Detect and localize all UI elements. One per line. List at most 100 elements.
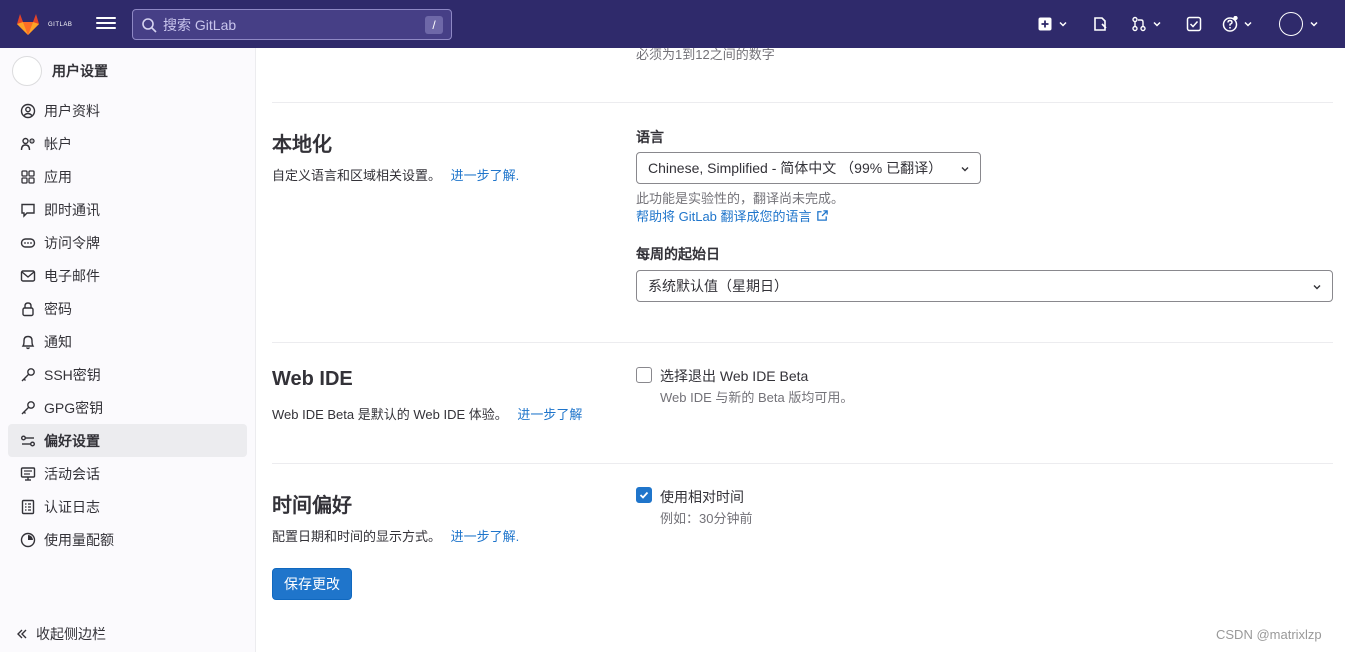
todos-button[interactable] [1186, 14, 1202, 34]
search-placeholder: 搜索 GitLab [163, 16, 237, 33]
sidebar-item-password[interactable]: 密码 [8, 292, 247, 325]
merge-request-icon [1132, 16, 1146, 32]
relative-time-checkbox[interactable] [636, 487, 652, 503]
week-start-label: 每周的起始日 [636, 246, 720, 262]
sidebar-item-account[interactable]: 帐户 [8, 127, 247, 160]
key-icon [21, 400, 35, 414]
sidebar-item-label: 访问令牌 [44, 234, 100, 251]
sidebar-item-label: 活动会话 [44, 465, 100, 482]
avatar [12, 56, 42, 86]
gitlab-logo[interactable]: 极狐 GITLAB [14, 10, 316, 73]
webide-opt-out-help: Web IDE 与新的 Beta 版均可用。 [660, 390, 854, 405]
create-new-button[interactable] [1037, 14, 1068, 34]
preferences-icon [21, 435, 35, 446]
localization-learn-more-link[interactable]: 进一步了解. [451, 168, 520, 183]
merge-requests-button[interactable] [1131, 14, 1162, 34]
week-start-select-value: 系统默认值（星期日） [648, 278, 788, 294]
sidebar-header[interactable]: 用户设置 [12, 56, 108, 86]
relative-time-label[interactable]: 使用相对时间 [660, 487, 744, 507]
logo-text: 极狐 [286, 57, 317, 74]
sidebar-item-label: 偏好设置 [44, 432, 100, 449]
quota-icon [20, 532, 36, 547]
sidebar-item-preferences[interactable]: 偏好设置 [8, 424, 247, 457]
sidebar-item-active-sessions[interactable]: 活动会话 [8, 457, 247, 490]
issues-icon [1094, 17, 1107, 31]
localization-description: 自定义语言和区域相关设置。 进一步了解. [272, 168, 520, 183]
sidebar: 用户设置 用户资料 帐户 应用 即时通讯 访问令牌 电子邮件 密码 通知 SSH… [0, 48, 256, 652]
sidebar-item-chat[interactable]: 即时通讯 [8, 193, 247, 226]
collapse-sidebar-button[interactable]: 收起侧边栏 [16, 624, 106, 644]
plus-square-icon [1038, 17, 1052, 31]
profile-icon [20, 103, 36, 118]
sidebar-item-emails[interactable]: 电子邮件 [8, 259, 247, 292]
save-changes-button[interactable]: 保存更改 [272, 568, 352, 600]
sidebar-item-auth-log[interactable]: 认证日志 [8, 490, 247, 523]
todo-checkbox-icon [1186, 16, 1202, 32]
localization-title: 本地化 [272, 134, 332, 156]
sidebar-item-label: GPG密钥 [44, 399, 104, 416]
double-chevron-left-icon [17, 629, 27, 639]
sidebar-item-label: 即时通讯 [44, 201, 100, 218]
time-learn-more-link[interactable]: 进一步了解. [451, 529, 520, 544]
mail-icon [20, 269, 36, 282]
webide-learn-more-link[interactable]: 进一步了解 [517, 407, 582, 422]
translate-help-link[interactable]: 帮助将 GitLab 翻译成您的语言 [636, 206, 829, 225]
account-icon [20, 137, 35, 150]
sidebar-item-access-tokens[interactable]: 访问令牌 [8, 226, 247, 259]
sidebar-item-label: 使用量配额 [44, 531, 114, 548]
chevron-down-icon [961, 167, 969, 172]
watermark: CSDN @matrixlzp [1216, 627, 1322, 642]
sidebar-item-label: 帐户 [44, 135, 72, 152]
section-divider [272, 342, 1333, 343]
menu-icon[interactable] [96, 14, 116, 34]
applications-icon [21, 169, 35, 184]
sidebar-item-applications[interactable]: 应用 [8, 160, 247, 193]
language-select[interactable]: Chinese, Simplified - 简体中文 （99% 已翻译） [636, 152, 981, 184]
chevron-down-icon [1313, 285, 1321, 290]
webide-title: Web IDE [272, 368, 353, 390]
issues-button[interactable] [1092, 14, 1108, 34]
notifications-icon [21, 335, 35, 349]
sidebar-item-label: SSH密钥 [44, 366, 101, 383]
chat-icon [21, 203, 35, 218]
chevron-down-icon [1153, 21, 1161, 27]
sidebar-item-label: 认证日志 [44, 498, 100, 515]
chevron-down-icon[interactable] [1309, 19, 1319, 29]
week-start-select[interactable]: 系统默认值（星期日） [636, 270, 1333, 302]
external-link-icon [816, 210, 828, 221]
sidebar-item-notifications[interactable]: 通知 [8, 325, 247, 358]
section-divider [272, 102, 1333, 103]
key-icon [21, 367, 35, 381]
collapse-label: 收起侧边栏 [36, 626, 106, 642]
sidebar-item-label: 电子邮件 [44, 267, 100, 284]
time-description: 配置日期和时间的显示方式。 进一步了解. [272, 529, 520, 544]
sidebar-item-label: 应用 [44, 168, 72, 185]
user-avatar[interactable] [1279, 12, 1303, 36]
logo-subtext: GITLAB [48, 21, 73, 28]
sidebar-item-ssh-keys[interactable]: SSH密钥 [8, 358, 247, 391]
webide-opt-out-checkbox[interactable] [636, 367, 652, 383]
sidebar-item-usage-quotas[interactable]: 使用量配额 [8, 523, 247, 556]
sidebar-item-profile[interactable]: 用户资料 [8, 94, 247, 127]
language-select-value: Chinese, Simplified - 简体中文 （99% 已翻译） [648, 160, 943, 176]
language-label: 语言 [636, 129, 664, 145]
chevron-down-icon [1059, 21, 1067, 27]
sidebar-title: 用户设置 [52, 63, 108, 79]
section-divider [272, 463, 1333, 464]
previous-field-help: 必须为1到12之间的数字 [636, 47, 775, 62]
sidebar-nav: 用户资料 帐户 应用 即时通讯 访问令牌 电子邮件 密码 通知 SSH密钥 GP… [8, 94, 247, 556]
sidebar-item-label: 通知 [44, 333, 72, 350]
search-icon [142, 17, 157, 33]
tanuki-logo-icon [17, 14, 39, 35]
monitor-icon [20, 466, 36, 481]
chevron-down-icon [1244, 21, 1252, 27]
relative-time-help: 例如：30分钟前 [660, 511, 753, 526]
webide-opt-out-label[interactable]: 选择退出 Web IDE Beta [660, 366, 808, 386]
search-shortcut-badge: / [425, 16, 443, 34]
help-button[interactable] [1222, 14, 1253, 34]
question-icon [1222, 16, 1238, 32]
checkmark-icon [639, 491, 649, 499]
log-icon [21, 499, 35, 514]
search-box[interactable]: 搜索 GitLab / [132, 9, 452, 40]
sidebar-item-gpg-keys[interactable]: GPG密钥 [8, 391, 247, 424]
